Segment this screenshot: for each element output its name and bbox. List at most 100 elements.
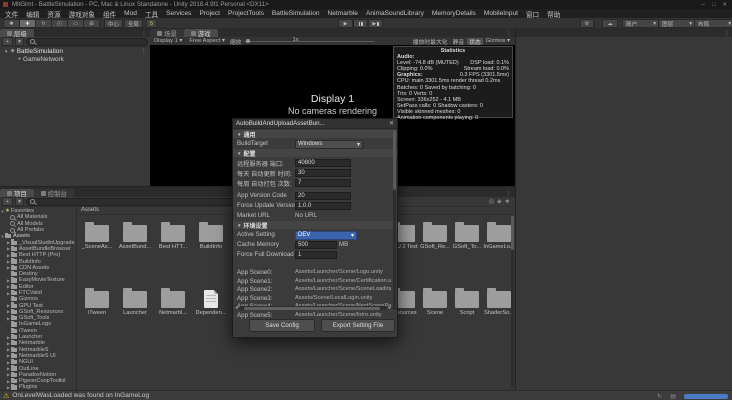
asset-folder[interactable]: Netmarbl...: [156, 288, 190, 316]
favorite-item[interactable]: All Materials: [17, 214, 47, 220]
panel-menu-icon[interactable]: ⋮: [506, 30, 515, 37]
force-full-download-field[interactable]: 1: [295, 250, 337, 259]
search-by-label-icon[interactable]: ◈: [497, 198, 502, 205]
search-by-type-icon[interactable]: ◎: [489, 198, 494, 205]
menu-project[interactable]: Project: [199, 10, 220, 17]
tree-item[interactable]: NGUI: [19, 359, 33, 365]
scroll-right-icon[interactable]: ▸: [388, 305, 391, 311]
menu-file[interactable]: 文件: [5, 9, 18, 19]
panel-menu-icon[interactable]: ⋮: [141, 30, 150, 37]
slider-thumb[interactable]: [246, 38, 251, 43]
status-message[interactable]: OnLevelWasLoaded was found on InGameLog: [12, 392, 149, 399]
layers-dropdown[interactable]: 图层 ▾: [658, 19, 696, 28]
mute-audio-button[interactable]: 静音: [451, 38, 467, 46]
breadcrumb[interactable]: Assets: [81, 207, 99, 213]
favorites-label[interactable]: Favorites: [11, 208, 34, 214]
tree-item[interactable]: GPU Test: [19, 303, 43, 309]
menu-netmarble[interactable]: Netmarble: [328, 10, 358, 17]
hierarchy-search-input[interactable]: [26, 37, 148, 46]
tab-game[interactable]: 游戏: [183, 29, 218, 38]
save-config-button[interactable]: Save Config: [249, 319, 315, 332]
pause-button[interactable]: [353, 19, 368, 28]
pivot-toggle[interactable]: 中心: [104, 19, 123, 28]
tree-item[interactable]: _VisualStudioUpgrade: [19, 240, 75, 246]
tree-item[interactable]: CDN Assets: [19, 265, 49, 271]
grid-scrollbar[interactable]: [511, 216, 514, 388]
scene-foldout-icon[interactable]: ▼: [4, 49, 8, 54]
asset-folder[interactable]: AssetBund...: [118, 222, 152, 250]
tree-item[interactable]: Editor: [19, 284, 34, 290]
asset-folder[interactable]: Scene: [419, 288, 451, 316]
menu-mod[interactable]: Mod: [124, 10, 137, 17]
menu-services[interactable]: Services: [166, 10, 191, 17]
force-update-field[interactable]: 1.0.0: [295, 201, 351, 210]
tree-item[interactable]: ParadoxNotion: [19, 372, 56, 378]
tree-item[interactable]: iTween: [19, 328, 37, 334]
tree-item[interactable]: Destiny: [19, 271, 38, 277]
tree-item[interactable]: Gizmos: [19, 296, 38, 302]
step-button[interactable]: ▶: [368, 19, 383, 28]
account-dropdown[interactable]: 账户 ▾: [622, 19, 660, 28]
asset-folder[interactable]: BuildInfo: [194, 222, 228, 250]
favorite-item[interactable]: All Models: [17, 221, 43, 227]
tree-item[interactable]: Netmarble: [19, 340, 45, 346]
maximize-on-play-button[interactable]: 播放时最大化: [411, 38, 450, 46]
asset-folder[interactable]: _SceneAs...: [80, 222, 114, 250]
menu-edit[interactable]: 编辑: [26, 9, 39, 19]
create-dropdown-icon[interactable]: ▾: [15, 37, 24, 46]
tree-item[interactable]: EasyMovieTexture: [19, 277, 65, 283]
tree-item[interactable]: Best HTTP (Pro): [19, 252, 60, 258]
tab-console[interactable]: 控制台: [33, 189, 74, 198]
tree-item[interactable]: InGameLogs: [19, 321, 51, 327]
layout-dropdown[interactable]: 布局 ▾: [694, 19, 732, 28]
tree-item[interactable]: FTCValid: [19, 290, 42, 296]
tab-hierarchy[interactable]: 层级: [0, 29, 34, 38]
gizmos-dropdown[interactable]: Gizmos ▾: [484, 38, 512, 45]
app-version-field[interactable]: 20: [295, 191, 351, 200]
menu-memorydetails[interactable]: MemoryDetails: [432, 10, 476, 17]
gear-icon[interactable]: ⚙: [580, 19, 594, 28]
favorite-item[interactable]: All Prefabs: [17, 227, 44, 233]
create-dropdown-icon[interactable]: ▾: [15, 197, 24, 206]
tree-item[interactable]: BuildInfo: [19, 259, 41, 265]
close-icon[interactable]: ✕: [389, 120, 394, 127]
tree-item[interactable]: NetmarbleS: [19, 347, 49, 353]
window-scrollbar[interactable]: [393, 130, 396, 310]
menu-battlesimulation[interactable]: BattleSimulation: [272, 10, 320, 17]
menu-tools[interactable]: 工具: [145, 9, 158, 19]
scale-slider[interactable]: 1x: [244, 37, 375, 43]
tree-item[interactable]: OutLine: [19, 366, 39, 372]
scale-tool-icon[interactable]: ◰: [51, 19, 68, 28]
transform-tool-icon[interactable]: ⊞: [83, 19, 100, 28]
foldout-icon[interactable]: ▼: [237, 151, 241, 156]
close-button[interactable]: ✕: [722, 2, 727, 8]
tree-item[interactable]: NetmarbleS UI: [19, 353, 56, 359]
tree-item[interactable]: GSoft_Resources: [19, 309, 63, 315]
tree-item[interactable]: Launcher: [19, 334, 42, 340]
aspect-dropdown[interactable]: Free Aspect ▾: [187, 38, 226, 45]
create-button[interactable]: +: [2, 37, 13, 46]
favorites-filter-icon[interactable]: ★: [505, 198, 510, 205]
rect-tool-icon[interactable]: ▭: [67, 19, 84, 28]
display-dropdown[interactable]: Display 1 ▾: [152, 38, 184, 45]
menu-projecttools[interactable]: ProjectTools: [228, 10, 264, 17]
horizontal-scrollbar[interactable]: ◂ ▸: [235, 305, 391, 311]
menu-gameobject[interactable]: 游戏对象: [69, 9, 95, 19]
asset-folder[interactable]: iTween: [80, 288, 114, 316]
assets-root-label[interactable]: Assets: [13, 233, 30, 239]
collab-badge[interactable]: 5: [146, 19, 157, 28]
scene-menu-icon[interactable]: ⋮: [141, 47, 150, 55]
port-field[interactable]: 40800: [295, 158, 351, 167]
menu-animasoundlibrary[interactable]: AnimaSoundLibrary: [366, 10, 424, 17]
rotate-tool-icon[interactable]: ↻: [35, 19, 52, 28]
hand-tool-icon[interactable]: ✱: [3, 19, 20, 28]
panel-menu-icon[interactable]: ⋮: [724, 30, 732, 37]
menu-component[interactable]: 组件: [103, 9, 116, 19]
tab-scene[interactable]: 场景: [150, 29, 184, 38]
stats-button[interactable]: 状态: [467, 37, 483, 46]
gameobject-name[interactable]: GameNetwork: [23, 56, 64, 63]
play-button[interactable]: ▶: [338, 19, 353, 28]
create-button[interactable]: +: [2, 197, 13, 206]
tree-item[interactable]: AssetBundleBrowser: [19, 246, 71, 252]
menu-window[interactable]: 窗口: [526, 9, 539, 19]
